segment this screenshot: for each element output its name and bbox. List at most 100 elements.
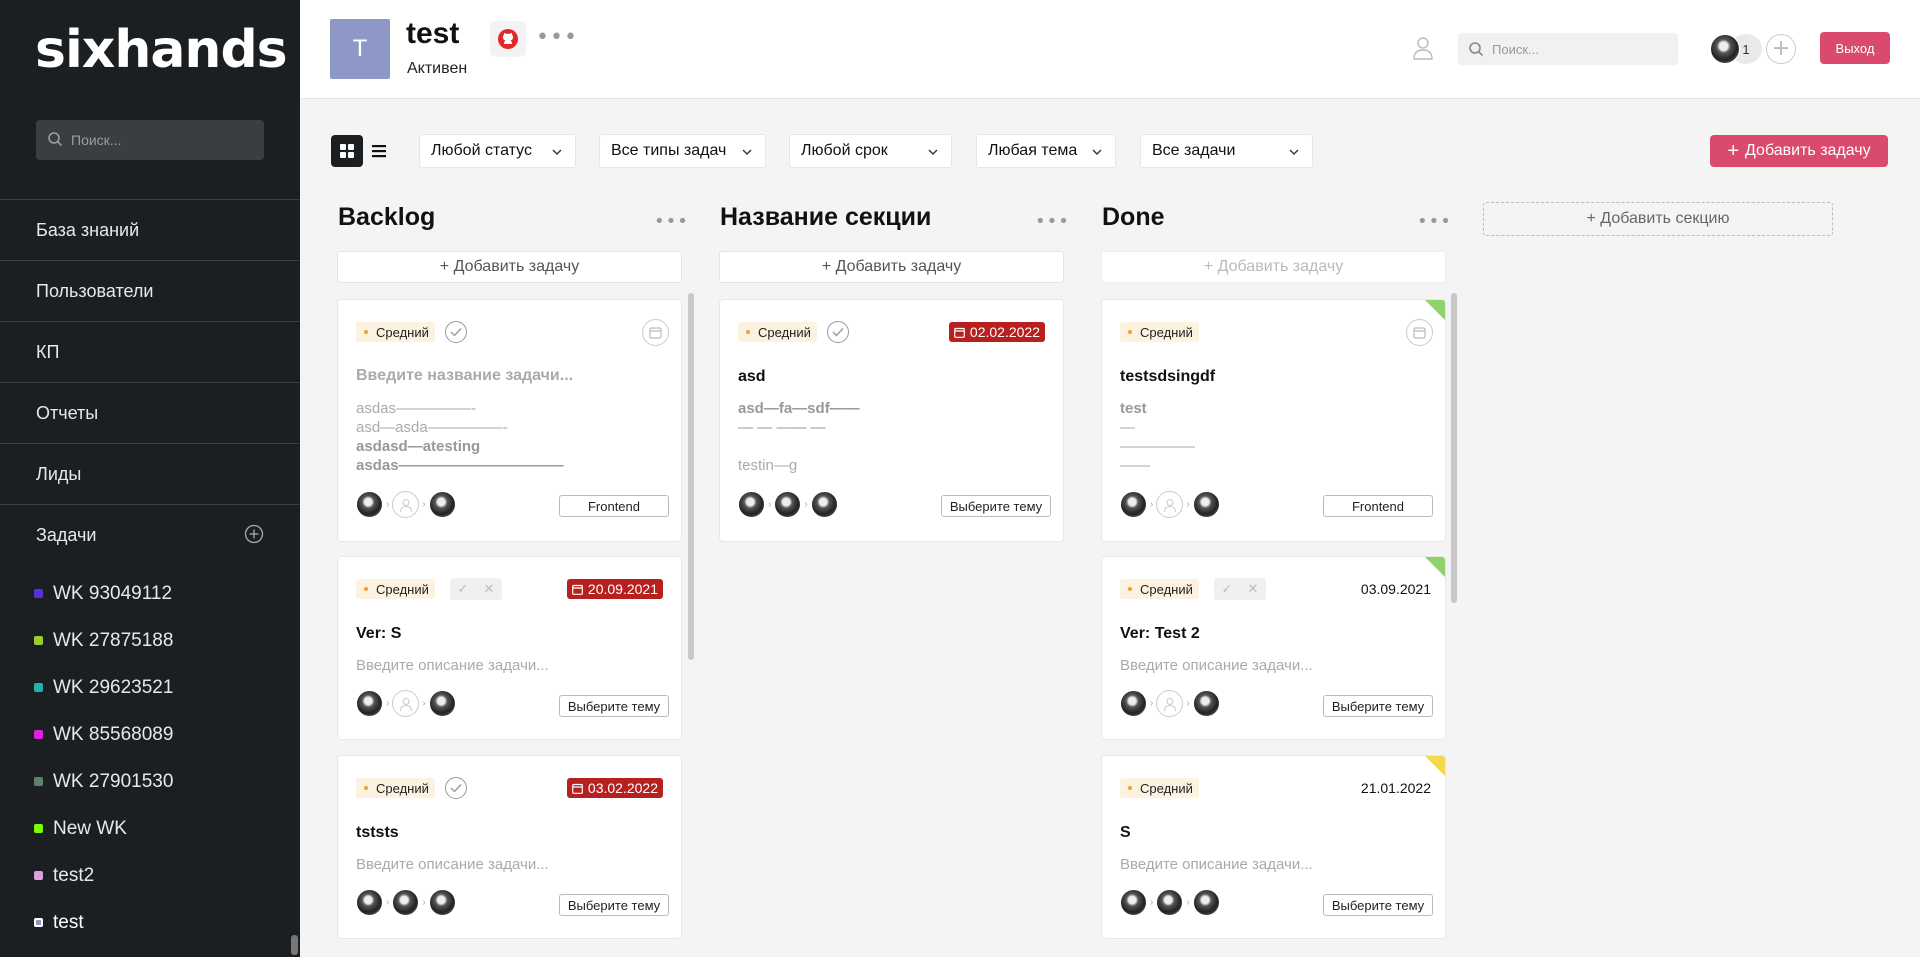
column-add-task-button[interactable]: + Добавить задачу: [1101, 251, 1446, 283]
add-project-icon[interactable]: [244, 524, 264, 544]
board-view-button[interactable]: [331, 135, 363, 167]
header-search[interactable]: [1458, 33, 1678, 65]
project-item[interactable]: test2: [0, 852, 300, 899]
priority-badge[interactable]: Средний: [356, 778, 435, 798]
task-card[interactable]: Средний Введите название задачи... asdas…: [337, 299, 682, 542]
nav-item-leads[interactable]: Лиды: [0, 443, 300, 504]
logout-button[interactable]: Выход: [1820, 32, 1890, 64]
task-title[interactable]: Ver: S: [356, 625, 401, 643]
github-button[interactable]: [490, 21, 526, 57]
priority-badge[interactable]: Средний: [356, 579, 435, 599]
due-date[interactable]: 21.01.2022: [1361, 778, 1431, 798]
task-assignees[interactable]: › ›: [1120, 690, 1220, 717]
column-more-icon[interactable]: •••: [1035, 211, 1070, 232]
task-card[interactable]: Средний testsdsingdf test — ————— —— › ›…: [1101, 299, 1446, 542]
priority-badge[interactable]: Средний: [356, 322, 435, 342]
task-card[interactable]: Средний ✓ ✕ 03.09.2021 Ver: Test 2 Введит…: [1101, 556, 1446, 740]
topic-tag[interactable]: Выберите тему: [559, 695, 669, 717]
due-date-overdue[interactable]: 03.02.2022: [566, 778, 663, 798]
topic-tag[interactable]: Выберите тему: [559, 894, 669, 916]
priority-badge[interactable]: Средний: [1120, 322, 1199, 342]
reject-icon[interactable]: ✕: [484, 581, 495, 597]
task-assignees[interactable]: › ›: [356, 889, 456, 916]
nav-item-knowledge-base[interactable]: База знаний: [0, 199, 300, 260]
add-section-button[interactable]: + Добавить секцию: [1483, 202, 1833, 236]
task-title[interactable]: testsdsingdf: [1120, 368, 1215, 386]
topic-tag[interactable]: Frontend: [1323, 495, 1433, 517]
project-item-active[interactable]: test: [0, 899, 300, 946]
project-item[interactable]: WK 93049112: [0, 570, 300, 617]
task-title[interactable]: tststs: [356, 824, 399, 842]
project-item[interactable]: WK 27901530: [0, 758, 300, 805]
topic-tag[interactable]: Выберите тему: [1323, 695, 1433, 717]
sidebar-scrollbar[interactable]: [291, 935, 298, 955]
task-card[interactable]: Средний 02.02.2022 asd asd—fa—sdf—— — — …: [719, 299, 1064, 542]
project-item[interactable]: WK 27875188: [0, 617, 300, 664]
task-description[interactable]: Введите описание задачи...: [356, 656, 549, 675]
status-filter[interactable]: Любой статус: [419, 134, 576, 168]
task-assignees[interactable]: › ›: [738, 491, 838, 518]
task-description[interactable]: Введите описание задачи...: [1120, 855, 1313, 874]
calendar-icon[interactable]: [1406, 319, 1433, 346]
topic-tag[interactable]: Выберите тему: [941, 495, 1051, 517]
check-circle-icon[interactable]: [445, 321, 467, 343]
task-title[interactable]: Введите название задачи...: [356, 367, 573, 385]
task-title[interactable]: Ver: Test 2: [1120, 625, 1200, 643]
nav-item-kp[interactable]: КП: [0, 321, 300, 382]
task-description[interactable]: asd—fa—sdf—— — — —— — testin—g: [738, 399, 860, 475]
task-description[interactable]: asdas—————- asd—asda—————- asdasd—atesti…: [356, 399, 564, 475]
column-add-task-button[interactable]: + Добавить задачу: [337, 251, 682, 283]
priority-badge[interactable]: Средний: [1120, 778, 1199, 798]
assignment-filter[interactable]: Все задачи: [1140, 134, 1313, 168]
task-card[interactable]: Средний 21.01.2022 S Введите описание за…: [1101, 755, 1446, 939]
column-more-icon[interactable]: •••: [654, 211, 689, 232]
task-title[interactable]: S: [1120, 824, 1131, 842]
nav-item-users[interactable]: Пользователи: [0, 260, 300, 321]
project-item[interactable]: WK 85568089: [0, 711, 300, 758]
header-search-input[interactable]: [1492, 33, 1672, 65]
topic-tag[interactable]: Выберите тему: [1323, 894, 1433, 916]
project-item[interactable]: WK 29623521: [0, 664, 300, 711]
sidebar-search-input[interactable]: [71, 120, 256, 160]
task-card[interactable]: Средний ✓ ✕ 20.09.2021 Ver: S Введите опи…: [337, 556, 682, 740]
due-date[interactable]: 03.09.2021: [1361, 579, 1431, 599]
add-member-button[interactable]: +: [1766, 34, 1796, 64]
task-assignees[interactable]: › ›: [1120, 491, 1220, 518]
check-circle-icon[interactable]: [827, 321, 849, 343]
reject-icon[interactable]: ✕: [1248, 581, 1259, 597]
list-view-button[interactable]: [363, 135, 395, 167]
task-assignees[interactable]: › ›: [356, 491, 456, 518]
calendar-icon[interactable]: [642, 319, 669, 346]
topic-filter[interactable]: Любая тема: [976, 134, 1116, 168]
due-date-overdue[interactable]: 20.09.2021: [566, 579, 663, 599]
approval-controls[interactable]: ✓ ✕: [1214, 578, 1266, 600]
column-scrollbar[interactable]: [1451, 293, 1457, 603]
nav-item-tasks[interactable]: Задачи: [0, 504, 300, 565]
more-options-icon[interactable]: •••: [536, 25, 578, 50]
user-icon[interactable]: [1412, 36, 1434, 60]
priority-badge[interactable]: Средний: [738, 322, 817, 342]
approve-icon[interactable]: ✓: [1222, 581, 1233, 597]
topic-tag[interactable]: Frontend: [559, 495, 669, 517]
task-description[interactable]: Введите описание задачи...: [1120, 656, 1313, 675]
task-assignees[interactable]: › ›: [1120, 889, 1220, 916]
nav-item-reports[interactable]: Отчеты: [0, 382, 300, 443]
column-scrollbar[interactable]: [688, 293, 694, 660]
priority-badge[interactable]: Средний: [1120, 579, 1199, 599]
task-description[interactable]: test — ————— ——: [1120, 399, 1195, 475]
task-title[interactable]: asd: [738, 368, 766, 386]
task-type-filter[interactable]: Все типы задач: [599, 134, 766, 168]
due-date-overdue[interactable]: 02.02.2022: [948, 322, 1045, 342]
task-card[interactable]: Средний 03.02.2022 tststs Введите описан…: [337, 755, 682, 939]
approval-controls[interactable]: ✓ ✕: [450, 578, 502, 600]
task-description[interactable]: Введите описание задачи...: [356, 855, 549, 874]
sidebar-search[interactable]: [36, 120, 264, 160]
add-task-button[interactable]: + Добавить задачу: [1710, 135, 1888, 167]
column-add-task-button[interactable]: + Добавить задачу: [719, 251, 1064, 283]
approve-icon[interactable]: ✓: [458, 581, 469, 597]
task-assignees[interactable]: › ›: [356, 690, 456, 717]
column-more-icon[interactable]: •••: [1417, 211, 1452, 232]
check-circle-icon[interactable]: [445, 777, 467, 799]
project-item[interactable]: New WK: [0, 805, 300, 852]
app-logo[interactable]: sixhands: [35, 20, 288, 80]
